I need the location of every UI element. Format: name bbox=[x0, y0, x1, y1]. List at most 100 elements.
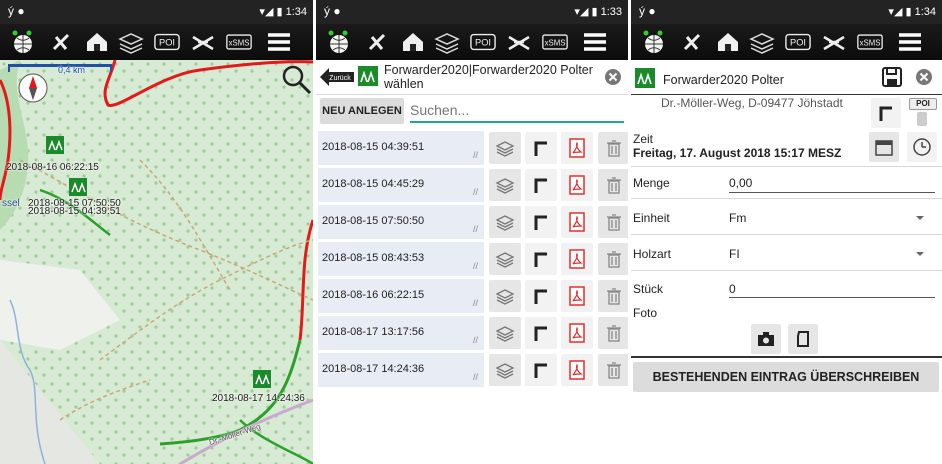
row-corner-button[interactable] bbox=[525, 317, 557, 349]
row-pdf-button[interactable] bbox=[561, 169, 593, 201]
polter-row[interactable]: 2018-08-16 06:22:15 // bbox=[316, 278, 628, 315]
menu-icon[interactable] bbox=[266, 29, 292, 55]
sms-icon[interactable]: xSMS bbox=[857, 29, 887, 55]
menu-icon[interactable] bbox=[582, 29, 608, 55]
menu-icon[interactable] bbox=[897, 29, 923, 55]
row-pdf-button[interactable] bbox=[561, 317, 593, 349]
sms-icon[interactable]: xSMS bbox=[542, 29, 572, 55]
select-header: Zurück Forwarder2020|Forwarder2020 Polte… bbox=[316, 60, 628, 94]
sms-icon[interactable]: xSMS bbox=[226, 29, 256, 55]
clock-button[interactable] bbox=[907, 132, 937, 162]
row-layers-button[interactable] bbox=[489, 132, 521, 164]
polter-row[interactable]: 2018-08-17 14:24:36 // bbox=[316, 352, 628, 389]
row-trash-button[interactable] bbox=[598, 243, 628, 275]
search-input[interactable] bbox=[410, 99, 624, 123]
row-pdf-button[interactable] bbox=[561, 243, 593, 275]
row-trash-button[interactable] bbox=[598, 354, 628, 386]
row-resize-mark: // bbox=[473, 261, 479, 271]
row-trash-button[interactable] bbox=[598, 206, 628, 238]
save-icon[interactable] bbox=[881, 66, 903, 88]
row-timestamp[interactable]: 2018-08-15 04:45:29 bbox=[322, 178, 424, 190]
layers-icon[interactable] bbox=[749, 29, 775, 55]
holzart-select[interactable]: FI bbox=[729, 247, 740, 261]
new-entry-button[interactable]: NEU ANLEGEN bbox=[320, 98, 404, 124]
holzart-dropdown-icon[interactable] bbox=[916, 252, 924, 256]
menge-input[interactable]: 0,00 bbox=[729, 176, 752, 190]
row-timestamp[interactable]: 2018-08-17 14:24:36 bbox=[322, 363, 424, 375]
row-corner-button[interactable] bbox=[525, 206, 557, 238]
stueck-input[interactable]: 0 bbox=[729, 282, 736, 296]
axes-icon[interactable] bbox=[190, 29, 216, 55]
row-pdf-button[interactable] bbox=[561, 206, 593, 238]
row-corner-button[interactable] bbox=[525, 169, 557, 201]
close-icon[interactable] bbox=[915, 68, 933, 86]
polter-row[interactable]: 2018-08-15 07:50:50 // bbox=[316, 204, 628, 241]
einheit-label: Einheit bbox=[633, 211, 670, 225]
row-timestamp[interactable]: 2018-08-15 08:43:53 bbox=[322, 252, 424, 264]
row-resize-mark: // bbox=[473, 335, 479, 345]
row-layers-button[interactable] bbox=[489, 243, 521, 275]
polter-row[interactable]: 2018-08-15 08:43:53 // bbox=[316, 241, 628, 278]
row-timestamp[interactable]: 2018-08-15 07:50:50 bbox=[322, 215, 424, 227]
row-layers-button[interactable] bbox=[489, 206, 521, 238]
poi-icon[interactable]: POI bbox=[785, 29, 813, 55]
row-pdf-button[interactable] bbox=[561, 132, 593, 164]
row-trash-button[interactable] bbox=[598, 169, 628, 201]
stueck-underline bbox=[729, 297, 935, 298]
address-text: Dr.-Möller-Weg, D-09477 Jöhstadt bbox=[661, 96, 843, 110]
row-pdf-button[interactable] bbox=[561, 280, 593, 312]
row-corner-button[interactable] bbox=[525, 132, 557, 164]
status-left-icons: ý ● bbox=[324, 4, 341, 18]
status-bar: ý ● ▾◢ ▮ 1:34 bbox=[631, 0, 942, 24]
house-icon[interactable] bbox=[715, 29, 741, 55]
row-layers-button[interactable] bbox=[489, 280, 521, 312]
row-pdf-button[interactable] bbox=[561, 354, 593, 386]
gps-globe-icon[interactable] bbox=[641, 29, 667, 55]
foto-divider bbox=[631, 356, 942, 358]
einheit-select[interactable]: Fm bbox=[729, 211, 746, 225]
close-icon[interactable] bbox=[604, 68, 622, 86]
calendar-button[interactable] bbox=[869, 132, 899, 162]
row-timestamp[interactable]: 2018-08-15 04:39:51 bbox=[322, 141, 424, 153]
house-icon[interactable] bbox=[84, 29, 110, 55]
row-trash-button[interactable] bbox=[598, 132, 628, 164]
layers-icon[interactable] bbox=[434, 29, 460, 55]
camera-button[interactable] bbox=[751, 324, 781, 354]
polter-icon bbox=[635, 68, 655, 88]
polter-row[interactable]: 2018-08-17 13:17:56 // bbox=[316, 315, 628, 352]
row-layers-button[interactable] bbox=[489, 169, 521, 201]
sdcard-button[interactable] bbox=[788, 324, 818, 354]
house-icon[interactable] bbox=[400, 29, 426, 55]
tools-icon[interactable] bbox=[48, 29, 74, 55]
polter-row[interactable]: 2018-08-15 04:39:51 // bbox=[316, 130, 628, 167]
gps-globe-icon[interactable] bbox=[326, 29, 352, 55]
svg-text:POI: POI bbox=[790, 38, 806, 48]
polter-icon bbox=[358, 66, 378, 86]
tools-icon[interactable] bbox=[679, 29, 705, 55]
polter-row[interactable]: 2018-08-15 04:45:29 // bbox=[316, 167, 628, 204]
row-timestamp[interactable]: 2018-08-16 06:22:15 bbox=[322, 289, 424, 301]
layers-icon[interactable] bbox=[118, 29, 144, 55]
poi-icon[interactable]: POI bbox=[154, 29, 182, 55]
einheit-dropdown-icon[interactable] bbox=[916, 216, 924, 220]
overwrite-entry-button[interactable]: BESTEHENDEN EINTRAG ÜBERSCHREIBEN bbox=[633, 362, 939, 392]
tools-icon[interactable] bbox=[364, 29, 390, 55]
row-layers-button[interactable] bbox=[489, 354, 521, 386]
row-corner-button[interactable] bbox=[525, 354, 557, 386]
poi-toggle[interactable]: POI bbox=[909, 98, 937, 128]
back-button[interactable]: Zurück bbox=[320, 68, 354, 86]
axes-icon[interactable] bbox=[506, 29, 532, 55]
row-corner-button[interactable] bbox=[525, 280, 557, 312]
row-layers-button[interactable] bbox=[489, 317, 521, 349]
menge-label: Menge bbox=[633, 176, 670, 190]
corner-button[interactable] bbox=[871, 98, 901, 128]
row-timestamp[interactable]: 2018-08-17 13:17:56 bbox=[322, 326, 424, 338]
row-trash-button[interactable] bbox=[598, 317, 628, 349]
gps-globe-icon[interactable] bbox=[10, 29, 36, 55]
map-view[interactable]: 0,4 km 2018-08-16 06:22:15 2018-08-15 07… bbox=[0, 60, 313, 464]
axes-icon[interactable] bbox=[821, 29, 847, 55]
header-divider bbox=[316, 94, 628, 95]
row-trash-button[interactable] bbox=[598, 280, 628, 312]
poi-icon[interactable]: POI bbox=[470, 29, 498, 55]
row-corner-button[interactable] bbox=[525, 243, 557, 275]
